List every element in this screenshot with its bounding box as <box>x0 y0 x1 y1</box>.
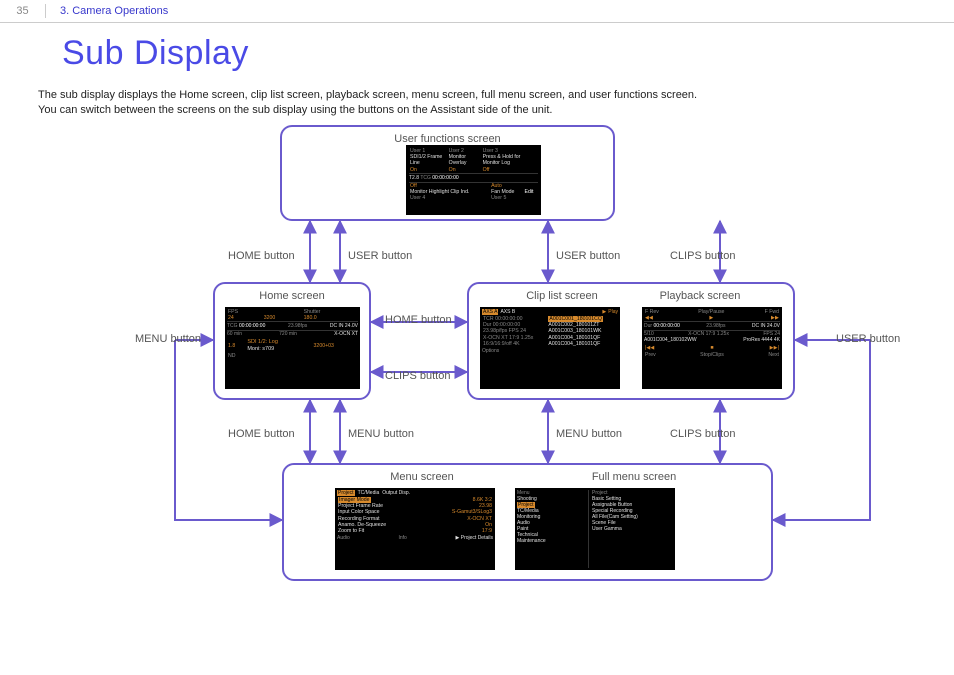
page-header: 35 3. Camera Operations <box>0 0 954 23</box>
edge-label: CLIPS button <box>670 428 735 440</box>
cell: 00:00:00:00 <box>239 323 265 329</box>
cell: 00:00:00:00 <box>653 323 679 329</box>
thumb-menu: Project TC/Media Output Disp. Imager Mod… <box>335 488 495 570</box>
cell: Press & Hold for Monitor Log <box>482 154 538 166</box>
cell: Prev <box>644 352 678 358</box>
cell: 23.98fps <box>706 323 725 329</box>
cell: TC/Media <box>355 490 383 496</box>
intro-line: You can switch between the screens on th… <box>38 103 697 118</box>
edge-label: USER button <box>556 250 620 262</box>
cell: 23.98fps <box>288 323 307 329</box>
cell: Monitor Overlay <box>448 154 482 166</box>
edge-label: MENU button <box>556 428 622 440</box>
cell: User 4 <box>409 195 490 201</box>
node-caption: Home screen <box>215 290 369 302</box>
thumb-clip-list: AXS A AXS B ▶ Play TCR 00:00:00:00A001C0… <box>480 307 620 389</box>
cell: Options <box>482 348 618 354</box>
cell: AXS B <box>498 309 517 315</box>
cell: AXS A <box>482 309 498 315</box>
cell: Imager Mode <box>338 497 371 503</box>
edge-label: USER button <box>836 333 900 345</box>
cell: ProRes 4444 4K <box>743 337 780 343</box>
cell: A001C004_180101QF <box>547 341 618 347</box>
thumb-user-functions: User 1 User 2 User 3 SDI1/2 Frame Line M… <box>406 145 541 215</box>
node-caption: Menu screen <box>342 471 502 483</box>
thumb-home: FPS Shutter 24 3200 180.0 TCG 00:00:00:0… <box>225 307 360 389</box>
node-caption: Playback screen <box>635 290 765 302</box>
cell: DC IN 24.0V <box>330 323 358 329</box>
edge-label: HOME button <box>228 428 295 440</box>
edge-label: CLIPS button <box>385 370 450 382</box>
cell: 60 min <box>227 331 242 337</box>
cell: 17:9 <box>422 528 493 534</box>
cell: Info <box>398 535 406 541</box>
node-caption: Clip list screen <box>497 290 627 302</box>
cell: 1.8 <box>227 339 246 352</box>
edge-label: CLIPS button <box>670 250 735 262</box>
cell: User 5 <box>490 195 523 201</box>
cell: 720 min <box>279 331 297 337</box>
cell: 3200+03 <box>313 339 358 352</box>
cell: Zoom to Fit <box>337 528 422 534</box>
cell: ND <box>227 353 246 359</box>
cell: Next <box>746 352 780 358</box>
cell: SDI1/2 Frame Line <box>409 154 448 166</box>
edge-label: HOME button <box>385 314 452 326</box>
cell: TCG <box>420 175 431 181</box>
node-caption: User functions screen <box>282 133 613 145</box>
cell: Moni: s709 <box>247 346 274 352</box>
cell <box>524 195 538 201</box>
cell: Maintenance <box>517 538 586 544</box>
cell: ▶ Project Details <box>456 535 493 541</box>
page-number: 35 <box>0 5 45 17</box>
cell: X-OCN XT <box>334 331 358 337</box>
cell: Project <box>337 490 355 496</box>
cell: Play <box>606 309 618 315</box>
cell: Stop/Clips <box>678 352 746 358</box>
cell: Audio <box>337 535 350 541</box>
cell: A001C001_180101CQ <box>548 316 603 322</box>
thumb-full-menu: Menu Shooting Project TC/Media Monitorin… <box>515 488 675 570</box>
edge-label: MENU button <box>135 333 201 345</box>
divider <box>45 4 46 18</box>
edge-label: USER button <box>348 250 412 262</box>
cell: A001C004_180102WW <box>644 337 697 343</box>
edge-label: MENU button <box>348 428 414 440</box>
intro-text: The sub display displays the Home screen… <box>38 88 697 119</box>
cell: Output Disp. <box>382 490 410 496</box>
cell: DC IN 24.0V <box>752 323 780 329</box>
thumb-playback: F Rev Play/Pause F Fwd ◀◀ ▶ ▶▶ Dur 00:00… <box>642 307 782 389</box>
node-caption: Full menu screen <box>554 471 714 483</box>
intro-line: The sub display displays the Home screen… <box>38 88 697 103</box>
cell: SDI 1/2: Log <box>247 339 278 345</box>
cell: T2.8 <box>409 175 419 181</box>
cell: 16:9/16:9/off 4K <box>482 341 547 347</box>
edge-label: HOME button <box>228 250 295 262</box>
breadcrumb: 3. Camera Operations <box>60 5 168 17</box>
cell: User Gamma <box>592 526 673 532</box>
page-title: Sub Display <box>62 34 249 73</box>
cell: 00:00:00:00 <box>432 175 458 181</box>
cell: Dur <box>644 323 652 329</box>
cell: TCG <box>227 323 238 329</box>
